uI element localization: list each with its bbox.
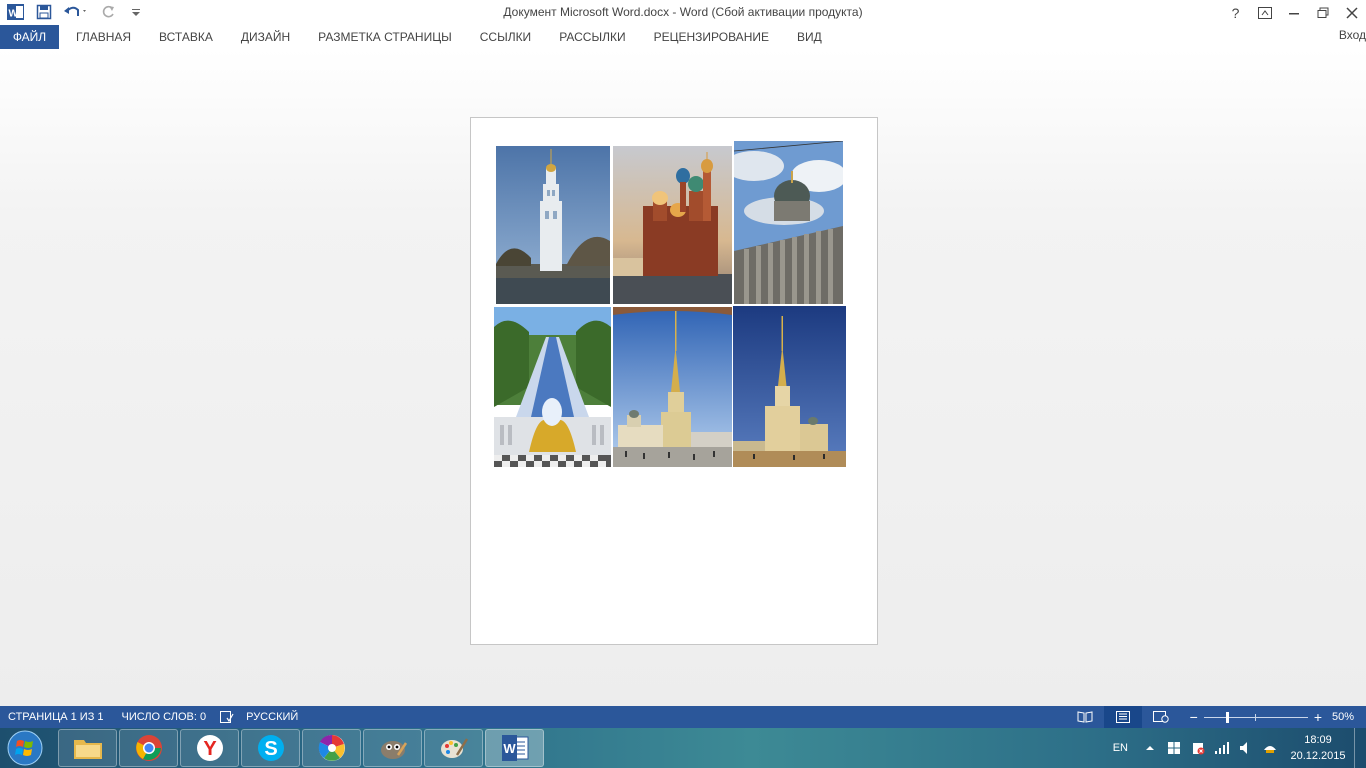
taskbar-apps: Y S W: [58, 729, 544, 767]
close-icon: [1345, 6, 1358, 19]
page-count[interactable]: СТРАНИЦА 1 ИЗ 1: [8, 711, 104, 723]
minimize-icon: [1288, 12, 1299, 14]
zoom-slider[interactable]: [1203, 711, 1308, 723]
print-layout-button[interactable]: [1103, 706, 1142, 728]
taskbar-yandex-browser[interactable]: Y: [180, 729, 239, 767]
document-area[interactable]: [0, 49, 1366, 706]
word-taskbar-icon: W: [501, 735, 528, 761]
taskbar-skype[interactable]: S: [241, 729, 300, 767]
windows-flag-icon: [1168, 742, 1180, 754]
taskbar-word[interactable]: W: [485, 729, 544, 767]
tab-design[interactable]: ДИЗАЙН: [227, 25, 304, 49]
picasa-icon: [318, 734, 345, 761]
taskbar-gimp[interactable]: [363, 729, 422, 767]
restore-icon: [1317, 7, 1328, 18]
taskbar-paint[interactable]: [424, 729, 483, 767]
status-bar-left: СТРАНИЦА 1 ИЗ 1 ЧИСЛО СЛОВ: 0 РУССКИЙ: [8, 706, 298, 728]
chrome-icon: [135, 735, 162, 761]
show-desktop-button[interactable]: [1354, 728, 1366, 768]
tab-view[interactable]: ВИД: [783, 25, 836, 49]
taskbar-file-explorer[interactable]: [58, 729, 117, 767]
svg-text:W: W: [503, 741, 516, 756]
help-button[interactable]: ?: [1221, 0, 1250, 25]
clock-date: 20.12.2015: [1290, 750, 1346, 762]
help-label: ?: [1231, 4, 1240, 21]
action-center-icon: [1193, 743, 1205, 755]
folder-icon: [73, 740, 102, 759]
network-signal-icon: [1215, 742, 1229, 754]
status-bar: СТРАНИЦА 1 ИЗ 1 ЧИСЛО СЛОВ: 0 РУССКИЙ − …: [0, 706, 1366, 728]
photo-peter-paul-cathedral-dusk[interactable]: [733, 306, 846, 467]
photo-kazan-cathedral[interactable]: [734, 141, 843, 304]
photo-spilled-blood-church[interactable]: [613, 146, 732, 304]
taskbar-picasa[interactable]: [302, 729, 361, 767]
yandex-icon: Y: [196, 735, 223, 761]
ribbon-tabs: ФАЙЛ ГЛАВНАЯ ВСТАВКА ДИЗАЙН РАЗМЕТКА СТР…: [0, 25, 1366, 49]
zoom-out-button[interactable]: −: [1190, 709, 1198, 725]
tab-mailings[interactable]: РАССЫЛКИ: [545, 25, 639, 49]
document-page[interactable]: [470, 117, 878, 645]
zoom-control: − +: [1180, 709, 1332, 725]
svg-text:Y: Y: [203, 738, 217, 760]
tab-references[interactable]: ССЫЛКИ: [466, 25, 545, 49]
ribbon-tab-list: ГЛАВНАЯ ВСТАВКА ДИЗАЙН РАЗМЕТКА СТРАНИЦЫ…: [62, 25, 836, 49]
tab-file-label: ФАЙЛ: [12, 30, 47, 44]
print-layout-icon: [1115, 711, 1130, 723]
tab-page-layout[interactable]: РАЗМЕТКА СТРАНИЦЫ: [304, 25, 466, 49]
zoom-level[interactable]: 50%: [1332, 711, 1366, 723]
web-layout-button[interactable]: [1142, 706, 1180, 728]
zoom-in-button[interactable]: +: [1314, 709, 1322, 725]
windows-logo-icon: [7, 730, 43, 766]
tray-power[interactable]: [1258, 728, 1282, 768]
web-layout-icon: [1152, 711, 1169, 723]
read-mode-icon: [1077, 711, 1093, 723]
window-controls: ?: [1221, 0, 1366, 25]
proofing-icon[interactable]: [220, 711, 234, 723]
restore-button[interactable]: [1308, 0, 1337, 25]
svg-text:S: S: [264, 738, 277, 760]
chevron-up-icon: [1146, 746, 1154, 750]
photo-bell-tower[interactable]: [496, 146, 610, 304]
clock-time: 18:09: [1304, 734, 1332, 746]
zoom-slider-thumb[interactable]: [1225, 711, 1229, 723]
tab-insert[interactable]: ВСТАВКА: [145, 25, 227, 49]
zoom-slider-midpoint: [1254, 713, 1256, 721]
tray-action-center[interactable]: [1186, 728, 1210, 768]
tab-review[interactable]: РЕЦЕНЗИРОВАНИЕ: [640, 25, 783, 49]
power-status-icon: [1264, 746, 1276, 753]
paint-icon: [440, 738, 468, 758]
skype-icon: S: [257, 735, 284, 761]
tray-windows-flag[interactable]: [1162, 728, 1186, 768]
start-button[interactable]: [5, 729, 45, 767]
close-button[interactable]: [1337, 0, 1366, 25]
ribbon-display-icon: [1257, 6, 1272, 19]
input-language[interactable]: EN: [1103, 742, 1138, 754]
tab-home[interactable]: ГЛАВНАЯ: [62, 25, 145, 49]
word-count[interactable]: ЧИСЛО СЛОВ: 0: [122, 711, 207, 723]
status-bar-right: − + 50%: [1066, 706, 1366, 728]
taskbar-chrome[interactable]: [119, 729, 178, 767]
tray-volume[interactable]: [1234, 728, 1258, 768]
tray-network[interactable]: [1210, 728, 1234, 768]
title-bar: W Документ Microsoft Word.docx - Word (С…: [0, 0, 1366, 25]
photo-peterhof-fountain[interactable]: [494, 307, 611, 467]
gimp-icon: [380, 741, 407, 759]
ribbon-display-options-button[interactable]: [1250, 0, 1279, 25]
windows-taskbar: Y S W EN 18:09 20.12.2015: [0, 728, 1366, 768]
clock[interactable]: 18:09 20.12.2015: [1282, 732, 1354, 764]
system-tray: EN 18:09 20.12.2015: [1103, 728, 1366, 768]
sign-in-link[interactable]: Вход: [1339, 28, 1366, 42]
read-mode-button[interactable]: [1066, 706, 1104, 728]
photo-peter-paul-cathedral-day[interactable]: [613, 307, 732, 467]
language-indicator[interactable]: РУССКИЙ: [246, 711, 298, 723]
show-hidden-icons[interactable]: [1138, 728, 1162, 768]
window-title: Документ Microsoft Word.docx - Word (Сбо…: [503, 5, 863, 19]
speaker-icon: [1240, 742, 1247, 754]
tab-file[interactable]: ФАЙЛ: [0, 25, 59, 49]
minimize-button[interactable]: [1279, 0, 1308, 25]
